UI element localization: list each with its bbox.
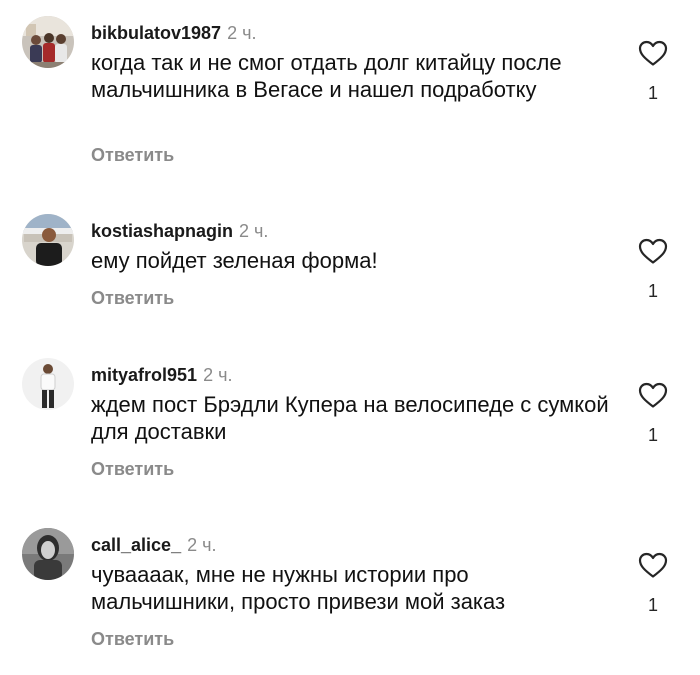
avatar-photo-man-black-shirt (22, 214, 74, 266)
user-avatar[interactable] (22, 358, 74, 410)
like-count: 1 (647, 83, 658, 103)
comment-header: mityafrol951 2 ч. (91, 364, 232, 386)
comment-header: call_alice_ 2 ч. (91, 534, 216, 556)
comment-item: kostiashapnagin 2 ч. ему пойдет зеленая ф… (0, 214, 700, 314)
comment-item: mityafrol951 2 ч. ждем пост Брэдли Купера… (0, 358, 700, 488)
like-button[interactable] (637, 551, 669, 579)
comment-text: ему пойдет зеленая форма! (91, 248, 378, 273)
comment-header: bikbulatov1987 2 ч. (91, 22, 256, 44)
comment-header: kostiashapnagin 2 ч. (91, 220, 268, 242)
username-link[interactable]: call_alice_ (91, 535, 181, 555)
reply-button[interactable]: Ответить (91, 628, 174, 650)
reply-button[interactable]: Ответить (91, 458, 174, 480)
heart-outline-icon (638, 382, 668, 408)
reply-button[interactable]: Ответить (91, 144, 174, 166)
user-avatar[interactable] (22, 16, 74, 68)
reply-button[interactable]: Ответить (91, 287, 174, 309)
username-link[interactable]: mityafrol951 (91, 365, 197, 385)
like-button[interactable] (637, 381, 669, 409)
like-count: 1 (647, 425, 658, 445)
timestamp: 2 ч. (187, 535, 217, 555)
heart-outline-icon (638, 238, 668, 264)
like-count: 1 (647, 595, 658, 615)
timestamp: 2 ч. (227, 23, 257, 43)
comment-item: call_alice_ 2 ч. чуваааак, мне не нужны и… (0, 528, 700, 658)
timestamp: 2 ч. (203, 365, 233, 385)
username-link[interactable]: bikbulatov1987 (91, 23, 221, 43)
like-button[interactable] (637, 237, 669, 265)
comment-text: когда так и не смог отдать долг китайцу … (91, 50, 562, 102)
timestamp: 2 ч. (239, 221, 269, 241)
avatar-photo-man-standing (22, 358, 74, 410)
avatar-photo-bw-portrait (22, 528, 74, 580)
user-avatar[interactable] (22, 528, 74, 580)
heart-outline-icon (638, 552, 668, 578)
username-link[interactable]: kostiashapnagin (91, 221, 233, 241)
like-count: 1 (647, 281, 658, 301)
avatar-photo-group (22, 16, 74, 68)
comment-text: чуваааак, мне не нужны истории про мальч… (91, 562, 506, 614)
user-avatar[interactable] (22, 214, 74, 266)
like-button[interactable] (637, 39, 669, 67)
comment-item: bikbulatov1987 2 ч. когда так и не смог о… (0, 16, 700, 166)
comment-text: ждем пост Брэдли Купера на велосипеде с … (91, 392, 609, 444)
heart-outline-icon (638, 40, 668, 66)
